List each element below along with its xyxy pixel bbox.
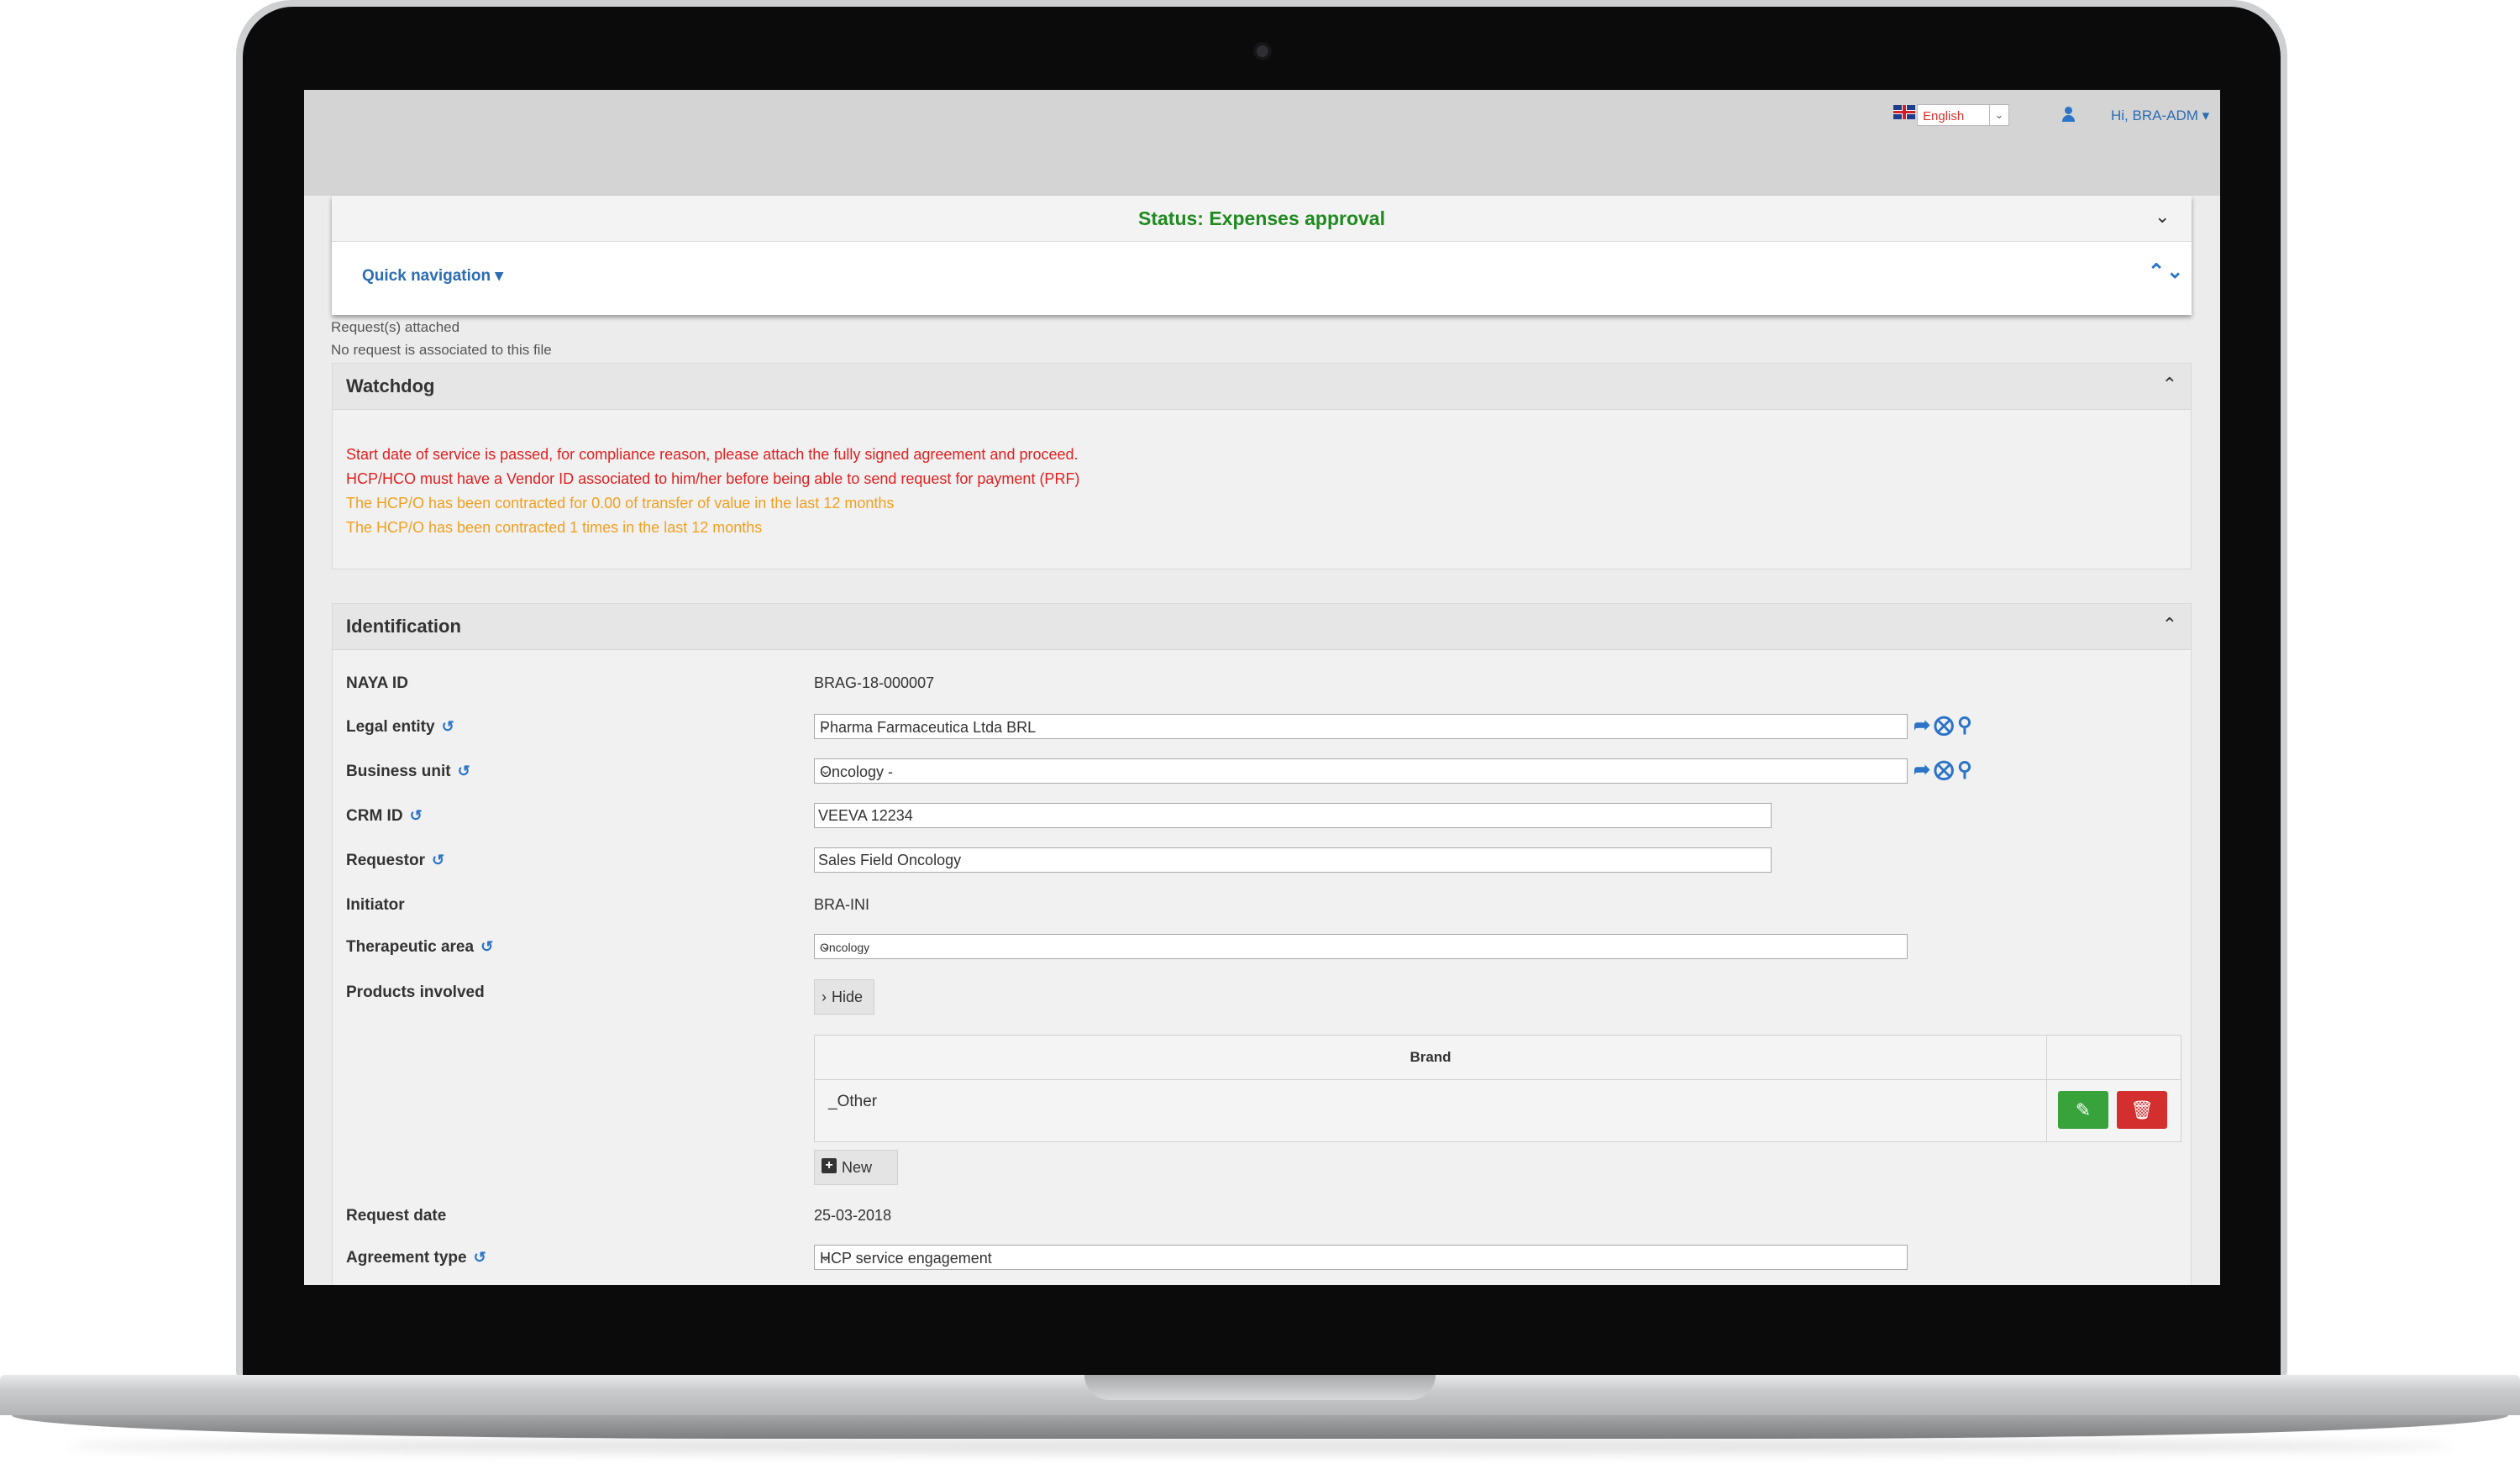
business-unit-label-text: Business unit [346,763,451,780]
chevron-up-icon[interactable]: ⌃ [2162,614,2177,636]
double-chevron-down-icon[interactable]: ⌄ [2166,260,2185,283]
identification-title: Identification [346,616,461,637]
laptop-shadow [67,1438,2453,1455]
delete-button[interactable]: 🗑 [2117,1091,2167,1129]
hide-products-button[interactable]: › Hide [814,979,874,1015]
search-icon[interactable]: ⚲ [1957,758,1976,781]
scroll-nav-icons: ⌃⌄ [2148,260,2185,284]
history-icon[interactable]: ↺ [442,718,454,735]
laptop-base-bottom [12,1415,2508,1439]
camera-icon [1257,45,1268,57]
search-icon[interactable]: ⚲ [1957,714,1976,737]
naya-id-label: NAYA ID [346,674,408,693]
share-icon[interactable]: ➦ [1914,714,1934,737]
business-unit-label: Business unit ↺ [346,763,470,781]
requestor-input[interactable]: Sales Field Oncology [814,847,1772,873]
watchdog-header[interactable]: Watchdog ⌃ [333,364,2191,410]
agreement-type-label: Agreement type ↺ [346,1249,486,1267]
status-text: Status: Expenses approval [1138,207,1385,229]
user-menu[interactable]: Hi, BRA-ADM ▾ [2111,108,2209,124]
watchdog-title: Watchdog [346,375,435,396]
hide-button-label: Hide [832,989,864,1005]
plus-icon: + [822,1158,837,1173]
top-bar: English ⌄ Hi, BRA-ADM ▾ [304,90,2220,196]
initiator-label: Initiator [346,896,405,915]
requestor-value: Sales Field Oncology [818,852,962,868]
uk-flag-icon [1893,105,1915,119]
watchdog-message: HCP/HCO must have a Vendor ID associated… [346,470,1080,487]
brand-column-header: Brand [1410,1049,1452,1065]
legal-entity-actions: ➦⨂⚲ [1914,713,1976,737]
request-date-label-text: Request date [346,1207,447,1225]
business-unit-actions: ➦⨂⚲ [1914,758,1976,782]
watchdog-message: The HCP/O has been contracted for 0.00 o… [346,495,895,511]
status-bar[interactable]: Status: Expenses approval ⌄ [332,196,2192,242]
products-involved-label-text: Products involved [346,984,485,1001]
edit-button[interactable]: ✎ [2058,1091,2108,1129]
chevron-down-icon[interactable]: ⌄ [2155,206,2170,228]
crm-id-label: CRM ID ↺ [346,807,423,826]
agreement-type-select[interactable]: HCP service engagement ⌄ [814,1245,1908,1270]
initiator-value: BRA-INI [814,896,870,913]
chevron-down-icon: ⌄ [1989,105,2008,125]
legal-entity-select[interactable]: Pharma Farmaceutica Ltda BRL ⌄ [814,714,1908,739]
history-icon[interactable]: ↺ [474,1249,486,1266]
chevron-down-icon: ⌄ [820,1250,832,1264]
column-divider [2046,1036,2047,1141]
new-button-label: New [842,1159,873,1176]
requests-attached-label: Request(s) attached [331,319,460,335]
crm-id-label-text: CRM ID [346,807,403,825]
history-icon[interactable]: ↺ [410,807,423,824]
products-involved-label: Products involved [346,984,485,1002]
chevron-down-icon: ⌄ [820,763,832,778]
edit-icon: ✎ [2075,1099,2092,1120]
chevron-up-icon[interactable]: ⌃ [2162,374,2177,396]
watchdog-message: Start date of service is passed, for com… [346,446,1079,463]
language-select-value: English [1923,109,1965,123]
watchdog-panel: Watchdog ⌃ Start date of service is pass… [332,363,2192,569]
naya-id-value: BRAG-18-000007 [814,674,935,691]
agreement-type-label-text: Agreement type [346,1249,467,1267]
history-icon[interactable]: ↺ [480,938,493,955]
laptop-notch [1084,1375,1436,1400]
identification-panel: Identification ⌃ NAYA ID BRAG-18-000007 … [332,603,2192,1285]
crm-id-input[interactable]: VEEVA 12234 [814,803,1772,828]
therapeutic-area-label-text: Therapeutic area [346,938,475,956]
chevron-down-icon: ⌄ [820,939,832,953]
new-product-button[interactable]: + New [814,1150,898,1185]
chevron-down-icon: ⌄ [820,719,832,733]
share-icon[interactable]: ➦ [1914,758,1934,781]
legal-entity-label: Legal entity ↺ [346,718,454,737]
identification-header[interactable]: Identification ⌃ [333,604,2191,650]
therapeutic-area-label: Therapeutic area ↺ [346,938,493,957]
business-unit-select[interactable]: Oncology - ⌄ [814,758,1908,784]
clear-icon[interactable]: ⨂ [1934,758,1957,781]
naya-id-label-text: NAYA ID [346,674,408,692]
quick-navigation-dropdown[interactable]: Quick navigation ▾ [362,266,503,286]
legal-entity-label-text: Legal entity [346,718,435,736]
status-card: Status: Expenses approval ⌄ Quick naviga… [332,196,2192,315]
therapeutic-area-select[interactable]: Oncology ⌄ [814,934,1908,959]
double-chevron-up-icon[interactable]: ⌃ [2148,260,2166,283]
trash-icon: 🗑 [2130,1099,2154,1120]
history-icon[interactable]: ↺ [432,852,444,868]
requests-empty-text: No request is associated to this file [331,342,552,358]
request-date-label: Request date [346,1207,446,1225]
crm-id-value: VEEVA 12234 [818,807,913,824]
initiator-label-text: Initiator [346,896,405,914]
user-icon[interactable] [2061,107,2076,123]
requestor-label: Requestor ↺ [346,852,444,870]
watchdog-message: The HCP/O has been contracted 1 times in… [346,519,763,536]
clear-icon[interactable]: ⨂ [1934,714,1957,737]
history-icon[interactable]: ↺ [458,763,470,779]
app-screen: English ⌄ Hi, BRA-ADM ▾ Status: Expenses… [304,90,2220,1285]
table-row: _Other [828,1093,878,1110]
table-header: Brand [815,1036,2181,1080]
request-date-value: 25-03-2018 [814,1207,892,1224]
language-select[interactable]: English ⌄ [1917,104,2009,126]
requestor-label-text: Requestor [346,852,425,869]
products-table: Brand _Other ✎ 🗑 [814,1035,2181,1142]
chevron-right-icon: › [822,989,827,1005]
